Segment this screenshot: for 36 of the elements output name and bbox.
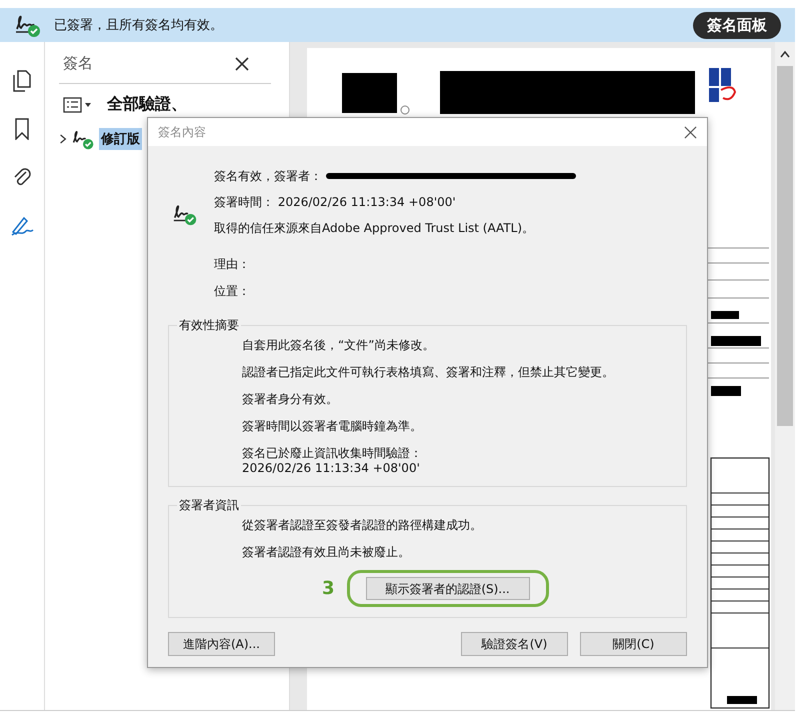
validity-text: 認證者已指定此文件可執行表格填寫、簽署和注釋，但禁止其它變更。: [242, 365, 615, 380]
scrollbar-thumb[interactable]: [777, 66, 793, 426]
validate-all-label[interactable]: 全部驗證、: [107, 94, 187, 115]
field-label: 位置：: [214, 283, 251, 300]
validity-text: 自套用此簽名後，“文件”尚未修改。: [242, 338, 436, 353]
scrollbar[interactable]: [775, 42, 795, 710]
signature-panel-button[interactable]: 簽名面板: [693, 12, 781, 38]
validity-text: 簽署者身分有效。: [242, 392, 339, 407]
bookmark-icon[interactable]: [14, 118, 30, 140]
dialog-button[interactable]: 關閉(C): [580, 632, 687, 656]
status-message: 已簽署，且所有簽名均有效。: [54, 17, 224, 34]
pages-icon[interactable]: [12, 70, 32, 92]
signature-info-text: 簽署時間： 2026/02/26 11:13:34 +08'00': [214, 194, 456, 210]
paperclip-icon[interactable]: [12, 166, 32, 188]
dialog-button[interactable]: 驗證簽名(V): [461, 632, 568, 656]
dialog-title: 簽名內容: [158, 124, 206, 140]
group-title: 有效性摘要: [177, 317, 241, 334]
list-options-icon[interactable]: [63, 96, 93, 112]
validity-text: 簽名已於廢止資訊收集時間驗證： 2026/02/26 11:13:34 +08'00': [242, 446, 423, 476]
close-icon[interactable]: [684, 126, 697, 138]
signer-info-text: 從簽署者認證至簽發者認證的路徑構建成功。: [242, 518, 483, 533]
expand-chevron-icon[interactable]: [59, 133, 67, 145]
signature-tree-item[interactable]: 修訂版: [99, 128, 142, 150]
advanced-properties-button[interactable]: 進階內容(A)...: [168, 632, 275, 656]
signature-info-text: 簽名有效，簽署者：: [214, 168, 322, 184]
signature-info-text: 取得的信任來源來自Adobe Approved Trust List (AATL)。: [214, 220, 534, 236]
validity-text: 簽署時間以簽署者電腦時鐘為準。: [242, 419, 423, 434]
signature-pen-icon[interactable]: [10, 214, 34, 236]
close-icon[interactable]: [235, 56, 249, 70]
signer-info-text: 簽署者認證有效且尚未被廢止。: [242, 545, 411, 560]
show-certificate-button[interactable]: 顯示簽署者的認證(S)...: [366, 577, 530, 600]
panel-title: 簽名: [63, 54, 93, 73]
step-number: 3: [322, 578, 335, 599]
field-label: 理由：: [214, 256, 251, 273]
group-title: 簽署者資訊: [177, 497, 241, 514]
scroll-up-icon[interactable]: [780, 50, 790, 58]
